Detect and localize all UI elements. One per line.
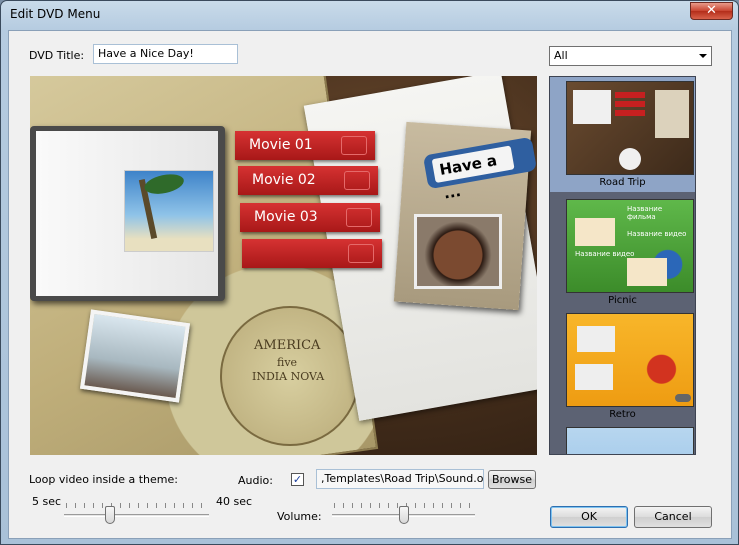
palm-trunk (138, 171, 186, 239)
map-cartouche: AMERICA five INDIA NOVA (220, 306, 360, 446)
girl-photo (79, 309, 191, 403)
mini-notepad (655, 90, 689, 138)
picnic-video-label: Название видео (627, 230, 687, 238)
theme-thumbnail (566, 81, 694, 175)
dvd-title-input[interactable]: Have a Nice Day! (93, 44, 238, 64)
mini-ribbon (615, 101, 645, 107)
menu-item-empty[interactable] (242, 239, 382, 268)
volume-slider[interactable] (332, 503, 475, 527)
palm-leaves (142, 171, 186, 198)
dialog-client-area: DVD Title: Have a Nice Day! All AMERICA … (8, 30, 732, 539)
theme-thumbnail: Название фильма Название видео Название … (566, 199, 694, 293)
picnic-video-label-2: Название видео (575, 250, 635, 258)
loop-min-label: 5 sec (32, 495, 62, 508)
theme-filter-selected-value: All (554, 49, 568, 62)
menu-item-icon (344, 171, 370, 190)
mini-photo (577, 326, 615, 352)
theme-name: Picnic (608, 295, 637, 306)
mini-photo (619, 148, 641, 170)
edit-dvd-menu-window: Edit DVD Menu ✕ DVD Title: Have a Nice D… (0, 0, 739, 545)
theme-name: Road Trip (599, 177, 646, 188)
theme-thumbnail (566, 427, 694, 454)
audio-label: Audio: (238, 474, 273, 487)
slider-track (64, 514, 209, 517)
close-icon: ✕ (706, 3, 717, 18)
menu-item-label: Movie 02 (252, 172, 316, 188)
theme-item-road-trip[interactable]: Road Trip (550, 77, 695, 192)
menu-item-movie-03[interactable]: Movie 03 (240, 203, 380, 232)
menu-item-icon (348, 244, 374, 263)
close-button[interactable]: ✕ (690, 2, 733, 20)
mini-notebook (573, 90, 611, 124)
cancel-button[interactable]: Cancel (634, 506, 712, 528)
menu-item-label: Movie 01 (249, 137, 313, 153)
menu-item-icon (341, 136, 367, 155)
theme-name: Retro (609, 409, 636, 420)
chevron-down-icon (699, 54, 707, 58)
loop-max-label: 40 sec (216, 495, 253, 508)
picnic-title-label: Название фильма (627, 205, 663, 221)
mini-photo (575, 218, 615, 246)
menu-item-icon (346, 208, 372, 227)
loop-duration-slider[interactable] (64, 503, 209, 527)
ok-button[interactable]: OK (550, 506, 628, 528)
mini-ribbon (615, 110, 645, 116)
loop-label: Loop video inside a theme: (29, 473, 178, 486)
volume-label: Volume: (277, 510, 322, 523)
theme-thumbnail (566, 313, 694, 407)
menu-item-label: Movie 03 (254, 209, 318, 225)
map-text-small: five (277, 356, 298, 369)
theme-filter-dropdown[interactable]: All (549, 46, 712, 66)
portrait-photo (414, 214, 502, 289)
map-text-india-nova: INDIA NOVA (252, 370, 325, 383)
slider-ticks (66, 503, 207, 508)
mini-photo (627, 258, 667, 286)
audio-checkbox[interactable]: ✓ (291, 473, 304, 486)
slider-thumb[interactable] (105, 506, 115, 524)
beach-photo (124, 170, 214, 252)
mini-nav-buttons (675, 394, 691, 402)
window-title: Edit DVD Menu (10, 7, 101, 21)
browse-button[interactable]: Browse (488, 470, 536, 489)
theme-item-retro[interactable]: Retro (550, 309, 695, 424)
theme-list[interactable]: Road Trip Название фильма Название видео… (549, 76, 696, 455)
title-bar[interactable]: Edit DVD Menu ✕ (1, 1, 738, 29)
audio-path-field[interactable]: ,Templates\Road Trip\Sound.ogg (316, 469, 484, 489)
menu-item-movie-02[interactable]: Movie 02 (238, 166, 378, 195)
mini-ribbon (615, 92, 645, 98)
theme-item-next[interactable] (550, 423, 695, 454)
menu-item-movie-01[interactable]: Movie 01 (235, 131, 375, 160)
map-text-america: AMERICA (254, 338, 321, 353)
slider-thumb[interactable] (399, 506, 409, 524)
dvd-title-label: DVD Title: (29, 49, 85, 62)
mini-photo (575, 364, 613, 390)
dvd-menu-preview: AMERICA five INDIA NOVA Movie 01 Movie 0… (30, 76, 537, 455)
theme-item-picnic[interactable]: Название фильма Название видео Название … (550, 195, 695, 310)
